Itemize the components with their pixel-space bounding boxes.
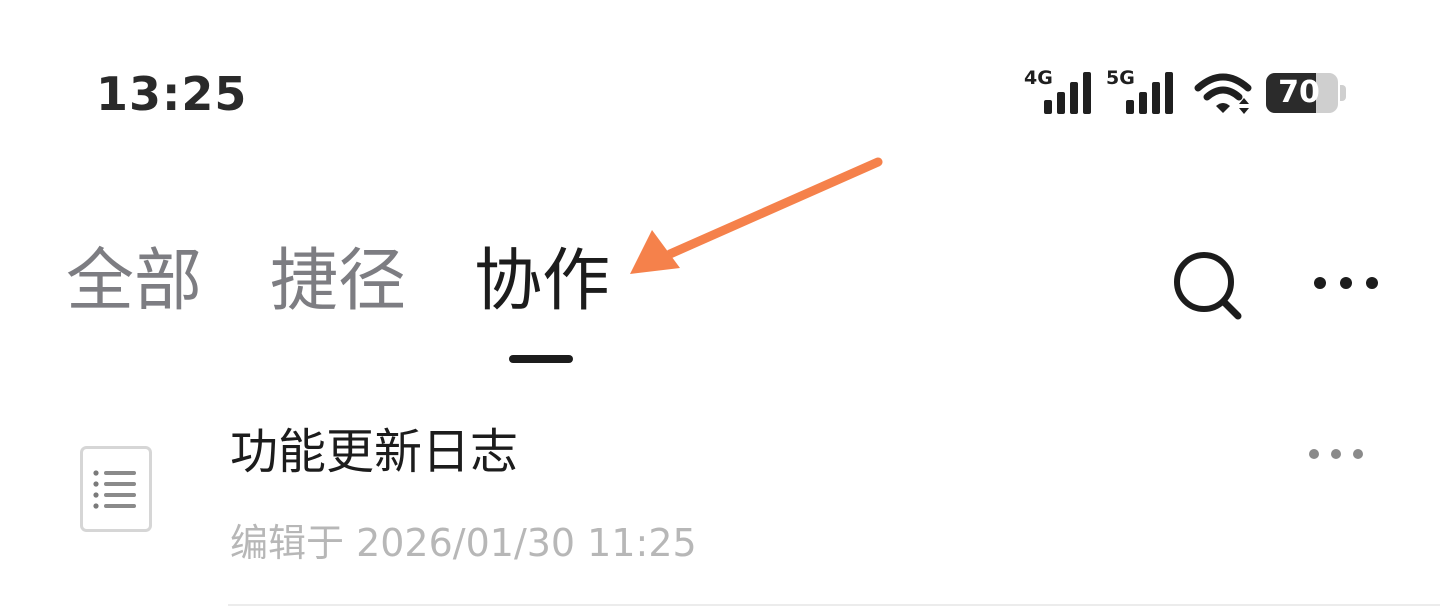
list-divider <box>228 604 1440 606</box>
wifi-icon <box>1194 73 1252 114</box>
arrow-annotation-icon <box>630 157 883 274</box>
more-horizontal-icon[interactable] <box>1304 436 1368 472</box>
list-item[interactable]: 功能更新日志 编辑于 2026/01/30 11:25 <box>0 400 1440 608</box>
document-edit-time: 编辑于 2026/01/30 11:25 <box>230 521 697 565</box>
signal-bars-icon <box>1044 72 1091 114</box>
battery-level: 70 <box>1278 75 1320 110</box>
status-icons: 4G 5G 70 <box>1022 64 1352 120</box>
active-tab-indicator <box>509 355 573 363</box>
search-icon[interactable] <box>1168 250 1248 322</box>
tab-shortcuts[interactable]: 捷径 <box>270 240 406 324</box>
document-list-icon <box>80 446 152 532</box>
signal-bars-icon <box>1126 72 1173 114</box>
tab-all[interactable]: 全部 <box>66 240 202 324</box>
battery-icon: 70 <box>1266 73 1346 113</box>
status-time: 13:25 <box>96 67 248 121</box>
tab-collaboration[interactable]: 协作 <box>474 240 610 324</box>
document-title: 功能更新日志 <box>230 424 519 480</box>
more-horizontal-icon[interactable] <box>1310 268 1382 298</box>
